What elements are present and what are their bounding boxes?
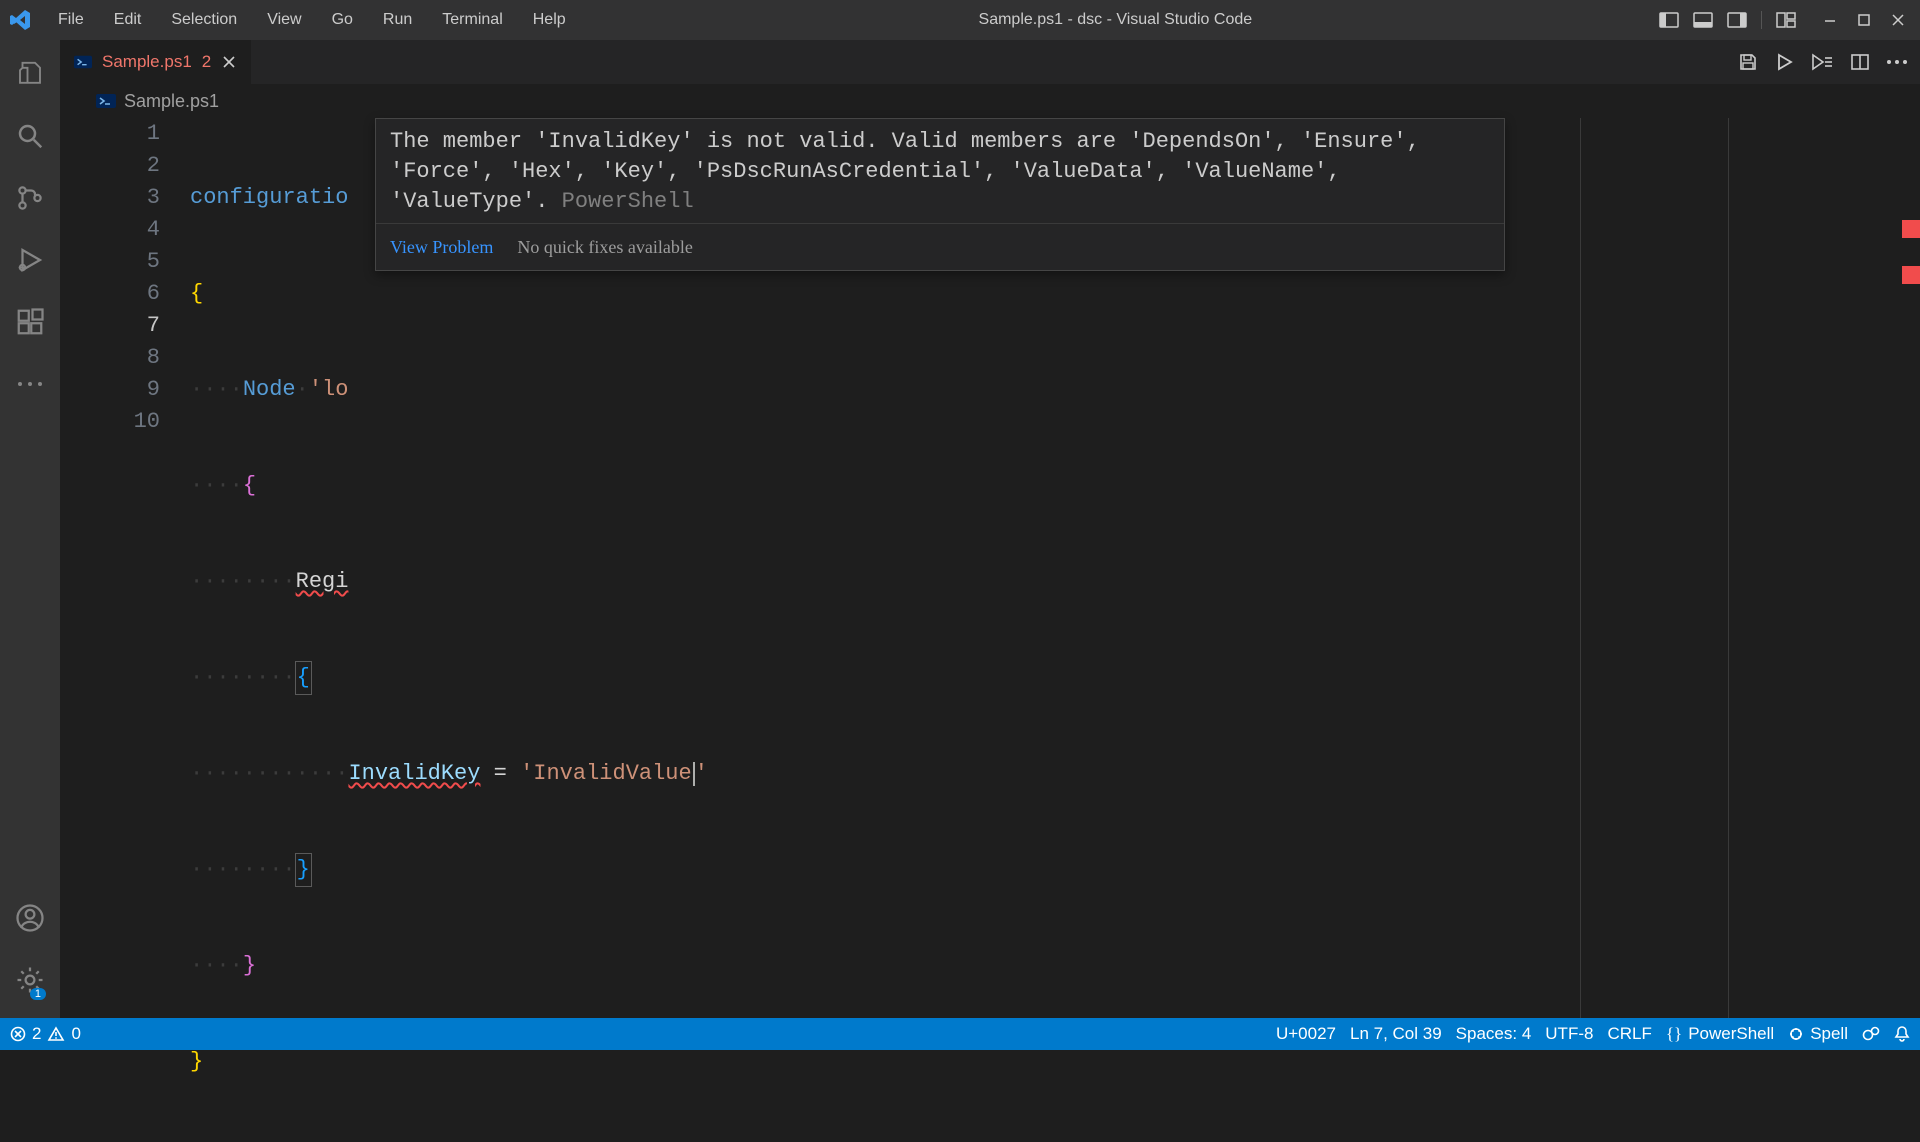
- status-problems[interactable]: 2 0: [10, 1024, 81, 1044]
- line-number-gutter: 1 2 3 4 5 6 7 8 9 10: [60, 118, 180, 1018]
- view-problem-link[interactable]: View Problem: [390, 232, 493, 262]
- window-controls: [1655, 9, 1912, 31]
- breadcrumb-file: Sample.ps1: [124, 91, 219, 112]
- save-icon[interactable]: [1738, 52, 1758, 72]
- hover-source: PowerShell: [548, 189, 693, 214]
- status-bar: 2 0 U+0027 Ln 7, Col 39 Spaces: 4 UTF-8 …: [0, 1018, 1920, 1050]
- extensions-icon[interactable]: [6, 298, 54, 346]
- split-editor-icon[interactable]: [1850, 52, 1870, 72]
- run-debug-action-icon[interactable]: [1810, 52, 1834, 72]
- menu-terminal[interactable]: Terminal: [432, 7, 512, 33]
- source-control-icon[interactable]: [6, 174, 54, 222]
- settings-badge: 1: [30, 988, 46, 1000]
- window-title: Sample.ps1 - dsc - Visual Studio Code: [576, 11, 1655, 29]
- error-marker[interactable]: [1902, 266, 1920, 284]
- status-indentation[interactable]: Spaces: 4: [1456, 1024, 1532, 1044]
- error-count: 2: [32, 1024, 41, 1044]
- status-codepoint[interactable]: U+0027: [1276, 1024, 1336, 1044]
- menu-file[interactable]: File: [48, 7, 94, 33]
- menu-edit[interactable]: Edit: [104, 7, 152, 33]
- overview-ruler[interactable]: [1902, 118, 1920, 1018]
- window-minimize-icon[interactable]: [1816, 9, 1844, 31]
- status-eol[interactable]: CRLF: [1607, 1024, 1651, 1044]
- layout-secondary-side-icon[interactable]: [1723, 9, 1751, 31]
- no-quick-fix-label: No quick fixes available: [517, 232, 692, 262]
- powershell-file-icon: [74, 53, 92, 71]
- settings-gear-icon[interactable]: 1: [6, 956, 54, 1004]
- powershell-file-icon: [96, 92, 114, 110]
- status-feedback-icon[interactable]: [1862, 1025, 1880, 1043]
- editor-actions: [1738, 40, 1920, 84]
- layout-primary-side-icon[interactable]: [1655, 9, 1683, 31]
- additional-views-icon[interactable]: [6, 360, 54, 408]
- tab-label: Sample.ps1: [102, 52, 192, 72]
- accounts-icon[interactable]: [6, 894, 54, 942]
- activity-bar: 1: [0, 40, 60, 1018]
- status-cursor-position[interactable]: Ln 7, Col 39: [1350, 1024, 1442, 1044]
- code-editor[interactable]: 1 2 3 4 5 6 7 8 9 10 configuratio { ····…: [60, 118, 1920, 1018]
- warning-count: 0: [71, 1024, 80, 1044]
- hover-message: The member 'InvalidKey' is not valid. Va…: [390, 129, 1420, 214]
- title-bar: File Edit Selection View Go Run Terminal…: [0, 0, 1920, 40]
- run-debug-icon[interactable]: [6, 236, 54, 284]
- customize-layout-icon[interactable]: [1772, 9, 1800, 31]
- menu-help[interactable]: Help: [523, 7, 576, 33]
- layout-panel-icon[interactable]: [1689, 9, 1717, 31]
- breadcrumb[interactable]: Sample.ps1: [60, 84, 1920, 118]
- status-spell[interactable]: Spell: [1788, 1024, 1848, 1044]
- menu-bar: File Edit Selection View Go Run Terminal…: [48, 7, 576, 33]
- menu-go[interactable]: Go: [322, 7, 363, 33]
- menu-run[interactable]: Run: [373, 7, 422, 33]
- run-icon[interactable]: [1774, 52, 1794, 72]
- menu-selection[interactable]: Selection: [161, 7, 247, 33]
- more-actions-icon[interactable]: [1886, 59, 1908, 65]
- tab-close-icon[interactable]: [221, 54, 237, 70]
- status-language[interactable]: {} PowerShell: [1666, 1024, 1774, 1044]
- error-hover-tooltip: The member 'InvalidKey' is not valid. Va…: [375, 118, 1505, 271]
- tab-sample-ps1[interactable]: Sample.ps1 2: [60, 40, 252, 84]
- vscode-logo-icon: [8, 8, 38, 32]
- menu-view[interactable]: View: [257, 7, 311, 33]
- status-notifications-icon[interactable]: [1894, 1025, 1910, 1043]
- error-marker[interactable]: [1902, 220, 1920, 238]
- search-icon[interactable]: [6, 112, 54, 160]
- window-close-icon[interactable]: [1884, 9, 1912, 31]
- editor-group: Sample.ps1 2 Sample.ps1 1 2 3 4 5: [60, 40, 1920, 1018]
- window-maximize-icon[interactable]: [1850, 9, 1878, 31]
- tab-bar: Sample.ps1 2: [60, 40, 1920, 84]
- status-encoding[interactable]: UTF-8: [1545, 1024, 1593, 1044]
- explorer-icon[interactable]: [6, 50, 54, 98]
- tab-problems-count: 2: [202, 52, 211, 72]
